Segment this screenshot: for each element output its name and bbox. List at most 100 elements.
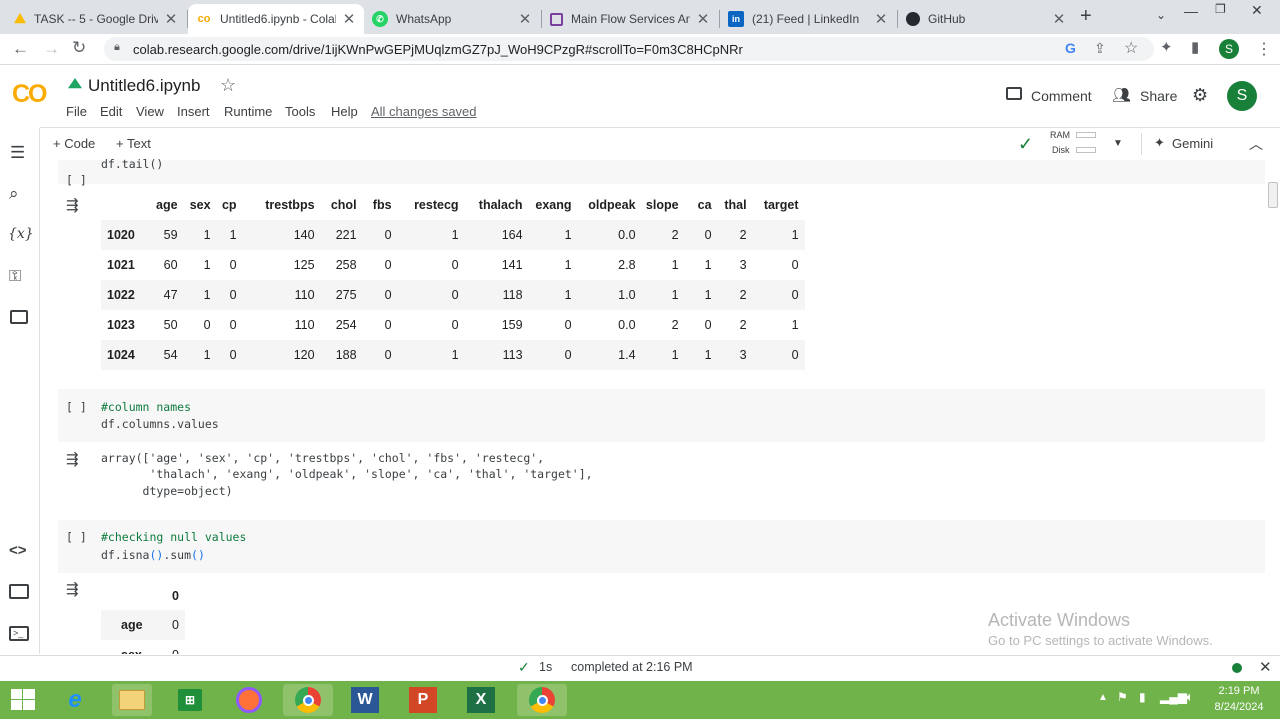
menu-edit[interactable]: Edit bbox=[100, 104, 122, 119]
tray-expand-icon[interactable]: ▲ bbox=[1098, 692, 1108, 703]
comment-button[interactable]: Comment bbox=[1031, 88, 1092, 104]
settings-gear-icon[interactable]: ⚙ bbox=[1192, 85, 1208, 106]
comment-icon[interactable] bbox=[1006, 87, 1022, 100]
code-line[interactable]: df.columns.values bbox=[101, 417, 219, 431]
github-icon bbox=[906, 12, 920, 26]
code-comment[interactable]: #checking null values bbox=[101, 530, 246, 544]
search-icon[interactable]: ⌕ bbox=[9, 184, 19, 204]
run-cell-bracket[interactable]: [ ] bbox=[66, 173, 87, 187]
code-line[interactable]: df.isna().sum() bbox=[101, 548, 205, 562]
terminal-icon[interactable]: >_ bbox=[9, 626, 29, 641]
menu-insert[interactable]: Insert bbox=[177, 104, 210, 119]
tab-google-drive[interactable]: TASK -- 5 - Google Driv ✕ bbox=[6, 4, 186, 34]
reload-icon[interactable]: ↻ bbox=[72, 38, 86, 58]
microsoft-store-icon[interactable]: ⊞ bbox=[170, 684, 210, 716]
taskbar-time[interactable]: 2:19 PM bbox=[1214, 685, 1264, 697]
url-text[interactable]: colab.research.google.com/drive/1ijKWnPw… bbox=[133, 42, 743, 57]
menu-view[interactable]: View bbox=[136, 104, 164, 119]
table-of-contents-icon[interactable]: ☰ bbox=[10, 143, 25, 163]
close-tab-icon[interactable]: ✕ bbox=[1052, 10, 1066, 28]
save-status[interactable]: All changes saved bbox=[371, 104, 477, 119]
tab-whatsapp[interactable]: ✆ WhatsApp ✕ bbox=[364, 4, 540, 34]
close-tab-icon[interactable]: ✕ bbox=[164, 10, 178, 28]
close-tab-icon[interactable]: ✕ bbox=[342, 10, 356, 28]
files-folder-icon[interactable] bbox=[10, 310, 28, 324]
word-icon[interactable]: W bbox=[345, 684, 385, 716]
close-tab-icon[interactable]: ✕ bbox=[696, 10, 710, 28]
tab-main-flow[interactable]: Main Flow Services And ✕ bbox=[542, 4, 718, 34]
gemini-sparkle-icon[interactable]: ✦ bbox=[1154, 135, 1165, 151]
close-tab-icon[interactable]: ✕ bbox=[518, 10, 532, 28]
side-panel-icon[interactable]: ▮ bbox=[1191, 38, 1199, 56]
output-toggle-icon[interactable]: ⇶ bbox=[66, 196, 79, 214]
star-icon[interactable]: ☆ bbox=[220, 75, 236, 96]
taskbar-date[interactable]: 8/24/2024 bbox=[1209, 701, 1269, 713]
user-avatar[interactable]: S bbox=[1227, 81, 1257, 111]
new-tab-button[interactable]: + bbox=[1080, 5, 1092, 28]
extensions-icon[interactable]: ✦ bbox=[1160, 38, 1173, 56]
chrome-taskbar-icon[interactable] bbox=[517, 684, 567, 716]
tab-colab[interactable]: co Untitled6.ipynb - Colab ✕ bbox=[188, 4, 364, 34]
ram-label: RAM bbox=[1050, 130, 1070, 140]
back-arrow-icon[interactable]: ← bbox=[12, 39, 29, 59]
code-cell-null-check[interactable] bbox=[58, 520, 1265, 573]
menu-tools[interactable]: Tools bbox=[285, 104, 315, 119]
gemini-button[interactable]: Gemini bbox=[1172, 136, 1213, 151]
close-window-icon[interactable]: ✕ bbox=[1251, 2, 1263, 19]
network-signal-icon[interactable]: ▂▄▆ bbox=[1160, 690, 1187, 704]
battery-icon[interactable]: ▮ bbox=[1139, 690, 1146, 704]
excel-icon[interactable]: X bbox=[461, 684, 501, 716]
output-toggle-icon[interactable]: ⇶ bbox=[66, 450, 79, 468]
runtime-dropdown-icon[interactable]: ▼ bbox=[1113, 138, 1123, 149]
internet-explorer-icon[interactable]: e bbox=[55, 684, 95, 716]
tab-linkedin[interactable]: in (21) Feed | LinkedIn ✕ bbox=[720, 4, 896, 34]
browser-menu-icon[interactable]: ⋮ bbox=[1256, 39, 1272, 59]
run-cell-bracket[interactable]: [ ] bbox=[66, 530, 87, 544]
menu-help[interactable]: Help bbox=[331, 104, 358, 119]
add-text-button[interactable]: + Text bbox=[116, 136, 151, 151]
menu-runtime[interactable]: Runtime bbox=[224, 104, 272, 119]
close-tab-icon[interactable]: ✕ bbox=[874, 10, 888, 28]
powerpoint-icon[interactable]: P bbox=[403, 684, 443, 716]
add-code-button[interactable]: + Code bbox=[53, 136, 95, 151]
firefox-icon[interactable] bbox=[229, 684, 269, 716]
execution-duration[interactable]: 1s bbox=[539, 660, 552, 674]
ram-meter[interactable] bbox=[1076, 132, 1096, 138]
minimize-window-icon[interactable]: — bbox=[1184, 3, 1198, 19]
forward-arrow-icon[interactable]: → bbox=[43, 39, 60, 59]
code-cell-columns[interactable] bbox=[58, 389, 1265, 442]
colab-logo[interactable]: CO bbox=[12, 80, 47, 109]
flag-icon[interactable]: ⚑ bbox=[1117, 690, 1128, 704]
command-palette-icon[interactable] bbox=[9, 584, 29, 599]
notebook-scrollbar[interactable] bbox=[1268, 182, 1278, 208]
table-cell: 2 bbox=[739, 318, 747, 332]
menu-file[interactable]: File bbox=[66, 104, 87, 119]
code-snippets-icon[interactable]: <> bbox=[9, 542, 27, 559]
column-header: ca bbox=[697, 198, 712, 212]
chrome-taskbar-icon[interactable] bbox=[283, 684, 333, 716]
profile-avatar[interactable]: S bbox=[1219, 39, 1239, 59]
code-comment[interactable]: #column names bbox=[101, 400, 191, 414]
file-explorer-icon[interactable] bbox=[112, 684, 152, 716]
secrets-key-icon[interactable]: ⚿ bbox=[9, 268, 21, 286]
restore-window-icon[interactable]: ❐ bbox=[1215, 2, 1226, 16]
output-toggle-icon[interactable]: ⇶ bbox=[66, 580, 79, 598]
share-page-icon[interactable]: ⇪ bbox=[1094, 40, 1106, 57]
execution-completed-text[interactable]: completed at 2:16 PM bbox=[571, 660, 693, 674]
lock-icon[interactable]: 🔒︎ bbox=[114, 41, 120, 54]
google-lens-icon[interactable]: G bbox=[1065, 40, 1076, 56]
code-line[interactable]: df.tail() bbox=[101, 157, 163, 171]
share-button[interactable]: Share bbox=[1140, 88, 1177, 104]
close-status-icon[interactable]: ✕ bbox=[1259, 658, 1272, 676]
windows-start-icon[interactable] bbox=[11, 689, 35, 711]
bookmark-star-icon[interactable]: ☆ bbox=[1124, 38, 1138, 58]
tab-search-icon[interactable]: ⌄ bbox=[1156, 8, 1166, 22]
variables-icon[interactable]: {x} bbox=[8, 226, 34, 242]
notebook-title[interactable]: Untitled6.ipynb bbox=[88, 76, 200, 96]
volume-icon[interactable]: 🔈︎ bbox=[1186, 689, 1194, 705]
disk-meter[interactable] bbox=[1076, 147, 1096, 153]
code-cell-tail[interactable] bbox=[58, 160, 1265, 184]
collapse-toolbar-icon[interactable]: ︿ bbox=[1249, 134, 1263, 154]
run-cell-bracket[interactable]: [ ] bbox=[66, 400, 87, 414]
tab-github[interactable]: GitHub ✕ bbox=[898, 4, 1074, 34]
